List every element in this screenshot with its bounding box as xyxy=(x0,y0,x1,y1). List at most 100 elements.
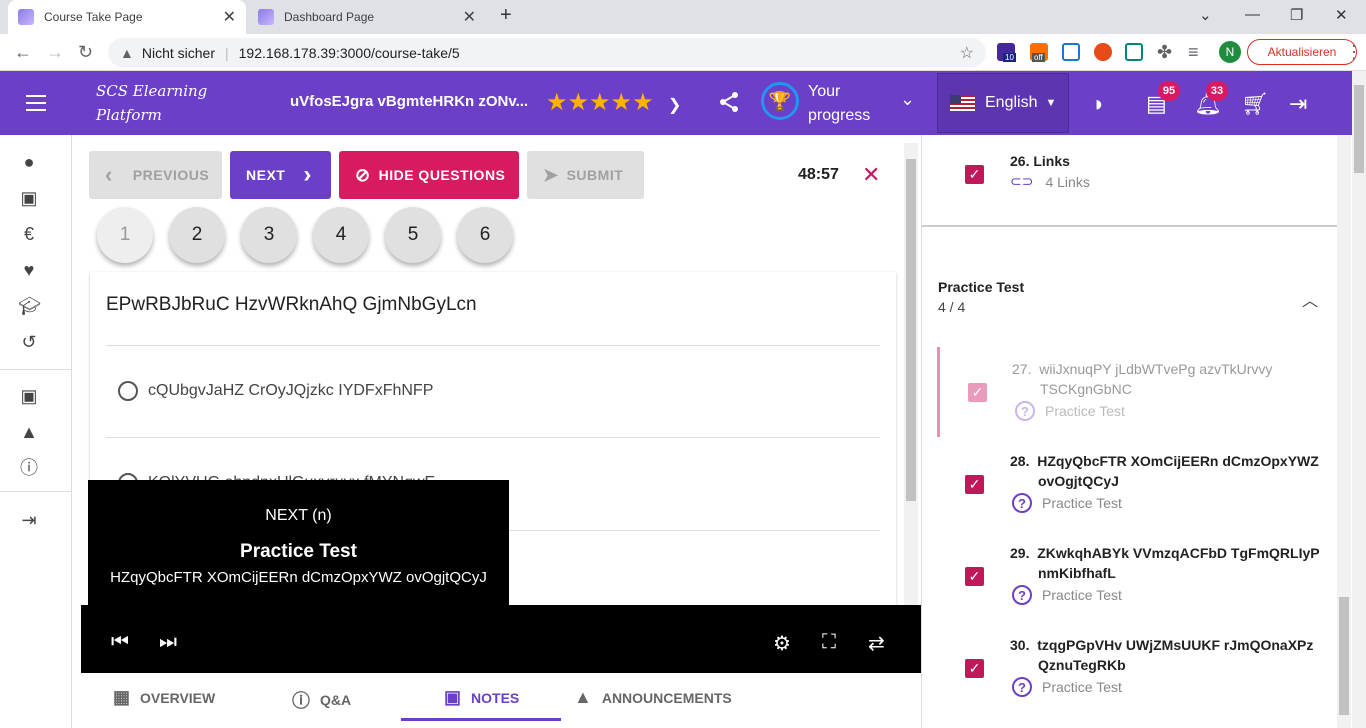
question-number-3[interactable]: 3 xyxy=(241,207,297,263)
euro-icon[interactable]: € xyxy=(18,223,40,245)
browser-menu-icon[interactable]: ⋮ xyxy=(1345,42,1363,63)
tab-qa[interactable]: ⓘ Q&A xyxy=(292,687,351,713)
browser-tab-course-take[interactable]: Course Take Page ✕ xyxy=(8,0,246,34)
tab-search-icon[interactable]: ⌄ xyxy=(1199,6,1212,24)
question-number-4[interactable]: 4 xyxy=(313,207,369,263)
hamburger-menu-icon[interactable] xyxy=(26,95,46,111)
extension-3-icon[interactable] xyxy=(1062,43,1080,61)
lecture-title[interactable]: 29. ZKwkqhABYk VVmzqACFbD TgFmQRLIyP nmK… xyxy=(1010,543,1320,583)
logout-icon[interactable]: ⇥ xyxy=(1289,91,1307,117)
extension-4-icon[interactable] xyxy=(1094,43,1112,61)
main-scrollbar[interactable] xyxy=(904,143,918,605)
skip-next-icon[interactable]: ⏭︎ xyxy=(159,631,177,654)
exit-icon[interactable]: ⇥ xyxy=(18,509,40,531)
history-icon[interactable]: ↺ xyxy=(18,331,40,353)
language-selector[interactable]: English ▼ xyxy=(937,73,1069,133)
profile-avatar[interactable]: N xyxy=(1219,41,1241,63)
completed-checkbox[interactable]: ✓ xyxy=(968,383,987,402)
browser-tab-dashboard[interactable]: Dashboard Page ✕ xyxy=(248,0,486,34)
forward-icon[interactable]: → xyxy=(46,42,64,63)
question-number-5[interactable]: 5 xyxy=(385,207,441,263)
tab-notes[interactable]: ▣ NOTES xyxy=(444,687,519,708)
answer-option-1[interactable]: cQUbgvJaHZ CrOyJQjzkc IYDFxFhNFP xyxy=(148,382,433,400)
app-header: SCS Elearning Platform uVfosEJgra vBgmte… xyxy=(0,71,1352,135)
theme-toggle-icon[interactable]: ◑ xyxy=(1090,91,1103,117)
certificate-2-icon[interactable]: ▣ xyxy=(18,385,40,407)
browser-tab-bar: Course Take Page ✕ Dashboard Page ✕ + ⌄ … xyxy=(0,0,1366,34)
update-button[interactable]: Aktualisieren xyxy=(1247,39,1357,65)
back-icon[interactable]: ← xyxy=(14,42,32,63)
curriculum-scrollbar[interactable] xyxy=(1337,135,1351,728)
your-progress-label[interactable]: Your progress xyxy=(808,80,870,128)
new-tab-icon[interactable]: + xyxy=(500,4,512,27)
question-number-2[interactable]: 2 xyxy=(169,207,225,263)
messages-icon[interactable]: ▤ 95 xyxy=(1146,81,1180,117)
window-close-icon[interactable]: ✕ xyxy=(1335,6,1348,24)
extension-1-icon[interactable]: 10 xyxy=(997,43,1016,62)
countdown-timer: 48:57 xyxy=(798,166,839,183)
page-scrollbar[interactable] xyxy=(1352,71,1366,728)
address-bar[interactable]: ▲ Nicht sicher | 192.168.178.39:3000/cou… xyxy=(108,38,986,67)
curriculum-panel: ✓ 26. Links ⊂⊃ 4 Links Practice Test 4 /… xyxy=(921,135,1352,728)
cart-icon[interactable]: 🛒︎ xyxy=(1241,91,1269,117)
tab-overview[interactable]: ▦ OVERVIEW xyxy=(113,687,215,708)
browser-tab-title: Dashboard Page xyxy=(284,10,375,24)
skip-previous-icon[interactable]: ⏮︎ xyxy=(111,631,129,654)
previous-button[interactable]: ‹ PREVIOUS xyxy=(89,151,222,199)
share-icon[interactable] xyxy=(718,91,740,119)
hide-questions-button[interactable]: ⊘ HIDE QUESTIONS xyxy=(339,151,519,199)
completed-checkbox[interactable]: ✓ xyxy=(965,475,984,494)
graduation-cap-icon[interactable]: 🎓︎ xyxy=(18,295,41,317)
extension-2-icon[interactable]: off xyxy=(1030,43,1048,62)
close-tab-icon[interactable]: ✕ xyxy=(463,7,476,27)
question-title: EPwRBJbRuC HzvWRknAhQ GjmNbGyLcn xyxy=(106,294,477,315)
brand-logo[interactable]: SCS Elearning Platform xyxy=(96,79,207,127)
page-favicon-icon xyxy=(258,9,274,25)
active-tab-indicator xyxy=(401,718,561,721)
section-title[interactable]: Practice Test xyxy=(938,279,1024,295)
collapse-chevron-up-icon[interactable]: ︿ xyxy=(1302,287,1318,311)
question-number-6[interactable]: 6 xyxy=(457,207,513,263)
categories-icon[interactable]: ▲ xyxy=(18,421,40,443)
progress-chevron-down-icon[interactable]: ⌄ xyxy=(900,89,915,110)
extension-5-icon[interactable] xyxy=(1125,43,1143,61)
notifications-badge: 33 xyxy=(1206,81,1228,101)
close-quiz-icon[interactable]: ✕ xyxy=(862,162,880,188)
completed-checkbox[interactable]: ✓ xyxy=(965,165,984,184)
profile-icon[interactable]: ● xyxy=(18,151,40,173)
tab-announcements[interactable]: ▲ ANNOUNCEMENTS xyxy=(574,687,732,708)
trophy-icon[interactable]: 🏆 xyxy=(761,82,799,120)
close-tab-icon[interactable]: ✕ xyxy=(223,7,236,27)
next-tooltip: NEXT (n) Practice Test HZqyQbcFTR XOmCij… xyxy=(88,480,509,608)
completed-checkbox[interactable]: ✓ xyxy=(965,567,984,586)
minimize-icon[interactable]: — xyxy=(1245,6,1260,23)
swap-icon[interactable]: ⇄ xyxy=(868,631,885,656)
section-count: 4 / 4 xyxy=(938,299,966,315)
tooltip-title: Practice Test xyxy=(240,541,357,562)
rating-stars: ★★★★★ xyxy=(546,89,654,116)
course-title: uVfosEJgra vBgmteHRKn zONv... xyxy=(290,93,529,110)
restore-icon[interactable]: ❐ xyxy=(1290,6,1303,24)
reload-icon[interactable]: ↻ xyxy=(78,42,93,63)
lecture-title[interactable]: 30. tzqgPGpVHv UWjZMsUUKF rJmQOnaXPz Qzn… xyxy=(1010,635,1313,675)
fullscreen-icon[interactable]: ⛶ xyxy=(822,631,836,654)
bookmark-star-icon[interactable]: ☆ xyxy=(960,43,974,63)
rating-chevron-down-icon[interactable]: ❯ xyxy=(668,95,681,115)
us-flag-icon xyxy=(950,94,975,112)
heart-icon[interactable]: ♥ xyxy=(18,259,40,281)
next-button[interactable]: NEXT › xyxy=(230,151,331,199)
answer-radio-1[interactable] xyxy=(118,381,138,401)
lecture-title[interactable]: 26. Links xyxy=(1010,151,1070,171)
info-icon[interactable]: ⓘ xyxy=(18,457,40,479)
media-queue-icon[interactable]: ≡ xyxy=(1188,42,1199,63)
lecture-title[interactable]: 27. wiiJxnuqPY jLdbWTvePg azvTkUrvvy TSC… xyxy=(1012,359,1272,399)
url-text: 192.168.178.39:3000/course-take/5 xyxy=(238,44,460,61)
settings-gear-icon[interactable]: ⚙ xyxy=(773,631,791,656)
lecture-title[interactable]: 28. HZqyQbcFTR XOmCijEERn dCmzOpxYWZ ovO… xyxy=(1010,451,1319,491)
extensions-puzzle-icon[interactable]: ✤ xyxy=(1157,42,1172,63)
submit-button[interactable]: ➤ SUBMIT xyxy=(527,151,644,199)
notifications-bell-icon[interactable]: 🔔︎ 33 xyxy=(1194,81,1228,117)
certificate-icon[interactable]: ▣ xyxy=(18,187,40,209)
question-number-1[interactable]: 1 xyxy=(97,207,153,263)
completed-checkbox[interactable]: ✓ xyxy=(965,659,984,678)
